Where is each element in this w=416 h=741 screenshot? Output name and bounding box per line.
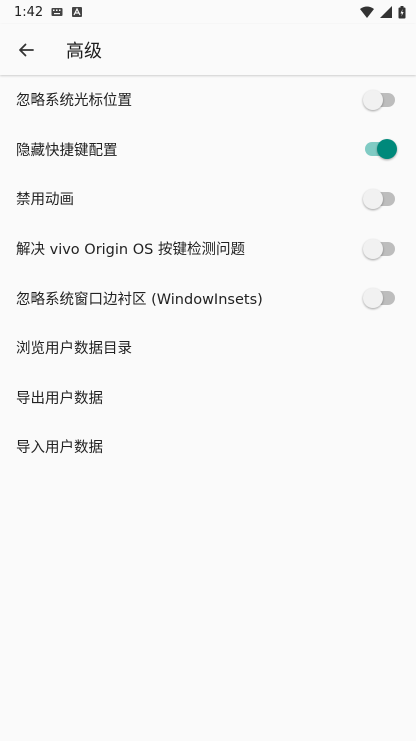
setting-label: 浏览用户数据目录 — [16, 341, 132, 358]
setting-label: 忽略系统窗口边衬区 (WindowInsets) — [16, 291, 263, 308]
setting-label: 导入用户数据 — [16, 440, 103, 457]
setting-browse-user-data-dir[interactable]: 浏览用户数据目录 — [0, 323, 416, 373]
status-time: 1:42 — [14, 4, 44, 20]
back-button[interactable] — [0, 24, 52, 75]
setting-vivo-key-detection-fix[interactable]: 解决 vivo Origin OS 按键检测问题 — [0, 224, 416, 274]
setting-ignore-window-insets[interactable]: 忽略系统窗口边衬区 (WindowInsets) — [0, 273, 416, 323]
arrow-back-icon — [19, 43, 34, 56]
setting-ignore-cursor-position[interactable]: 忽略系统光标位置 — [0, 75, 416, 125]
toggle-thumb — [363, 288, 383, 309]
setting-label: 导出用户数据 — [16, 390, 103, 407]
setting-export-user-data[interactable]: 导出用户数据 — [0, 373, 416, 423]
toggle-thumb — [363, 238, 383, 259]
toggle-thumb — [363, 188, 383, 209]
setting-import-user-data[interactable]: 导入用户数据 — [0, 422, 416, 472]
app-bar: 高级 — [0, 24, 416, 75]
ignore-cursor-position-toggle[interactable] — [363, 89, 399, 110]
status-bar: 1:42 — [0, 0, 416, 24]
toggle-thumb — [363, 89, 383, 110]
hide-shortcut-config-toggle[interactable] — [363, 139, 399, 160]
toggle-thumb — [377, 139, 397, 160]
disable-animations-toggle[interactable] — [363, 188, 399, 209]
ignore-window-insets-toggle[interactable] — [363, 288, 399, 309]
status-right — [360, 5, 406, 19]
setting-hide-shortcut-config[interactable]: 隐藏快捷键配置 — [0, 125, 416, 175]
setting-label: 忽略系统光标位置 — [16, 93, 132, 110]
status-left: 1:42 — [14, 5, 83, 20]
settings-list: 忽略系统光标位置 隐藏快捷键配置 禁用动画 解决 vivo Origin OS … — [0, 75, 416, 472]
cell-signal-icon — [380, 6, 392, 18]
keyboard-icon — [51, 8, 63, 16]
setting-disable-animations[interactable]: 禁用动画 — [0, 174, 416, 224]
battery-icon — [398, 5, 406, 18]
page-title: 高级 — [66, 40, 102, 62]
vivo-key-detection-fix-toggle[interactable] — [363, 238, 399, 259]
app-notification-icon — [72, 7, 83, 17]
wifi-icon — [360, 6, 374, 18]
setting-label: 解决 vivo Origin OS 按键检测问题 — [16, 242, 245, 259]
setting-label: 隐藏快捷键配置 — [16, 142, 118, 159]
setting-label: 禁用动画 — [16, 192, 74, 209]
